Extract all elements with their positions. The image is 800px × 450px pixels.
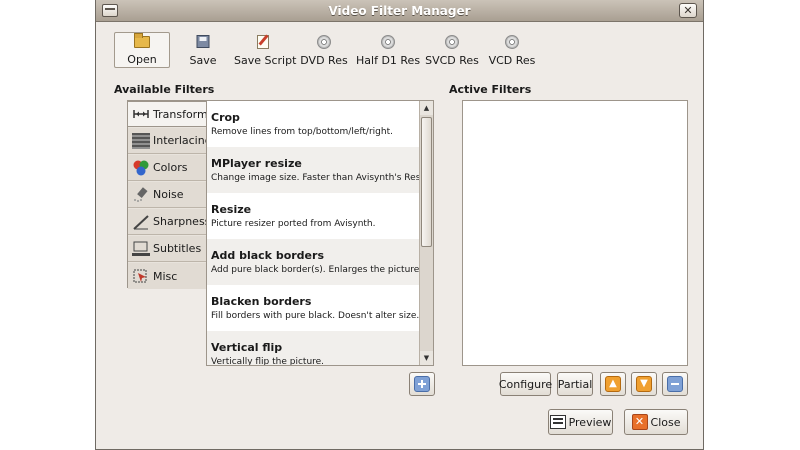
svcd-res-label: SVCD Res bbox=[425, 54, 479, 67]
tab-misc[interactable]: Misc bbox=[128, 263, 207, 289]
filter-item-mplayer-resize[interactable]: MPlayer resize Change image size. Faster… bbox=[207, 147, 434, 193]
subtitles-icon bbox=[132, 241, 150, 257]
close-icon: ✕ bbox=[631, 414, 648, 430]
half-d1-res-label: Half D1 Res bbox=[356, 54, 421, 67]
scrollbar-thumb[interactable] bbox=[421, 117, 432, 247]
filter-name: Blacken borders bbox=[211, 295, 312, 308]
preview-icon bbox=[549, 415, 566, 429]
available-filters-list[interactable]: Crop Remove lines from top/bottom/left/r… bbox=[206, 100, 434, 366]
save-script-button[interactable]: Save Script bbox=[234, 32, 297, 68]
arrow-up-icon: ▲ bbox=[605, 376, 621, 392]
save-button[interactable]: Save bbox=[178, 32, 228, 68]
filter-item-resize[interactable]: Resize Picture resizer ported from Avisy… bbox=[207, 193, 419, 239]
tab-subtitles-label: Subtitles bbox=[153, 242, 202, 255]
arrow-down-icon: ▼ bbox=[636, 376, 652, 392]
active-filters-list[interactable] bbox=[462, 100, 688, 366]
svcd-res-button[interactable]: SVCD Res bbox=[424, 32, 480, 68]
filter-name: Vertical flip bbox=[211, 341, 283, 354]
tab-colors-label: Colors bbox=[153, 161, 188, 174]
filter-description: Fill borders with pure black. Doesn't al… bbox=[211, 311, 420, 321]
filter-item-crop[interactable]: Crop Remove lines from top/bottom/left/r… bbox=[207, 101, 419, 147]
filter-description: Vertically flip the picture. bbox=[211, 357, 325, 366]
scroll-up-arrow-icon[interactable]: ▲ bbox=[420, 101, 433, 115]
close-label: Close bbox=[650, 415, 681, 429]
half-d1-res-button[interactable]: Half D1 Res bbox=[356, 32, 420, 68]
tab-transform-label: Transform bbox=[153, 107, 208, 121]
window-close-button[interactable]: ✕ bbox=[679, 3, 697, 18]
cd-icon bbox=[505, 35, 519, 49]
cd-icon bbox=[317, 35, 331, 49]
plus-icon bbox=[414, 376, 430, 392]
filter-name: MPlayer resize bbox=[211, 157, 302, 170]
colors-icon bbox=[132, 160, 150, 176]
tab-transform[interactable]: Transform bbox=[127, 101, 208, 127]
save-script-label: Save Script bbox=[234, 54, 297, 67]
filter-description: Change image size. Faster than Avisynth'… bbox=[211, 173, 434, 183]
filter-category-tabs: Transform Interlacing Colors Noise Sharp… bbox=[127, 100, 212, 289]
add-filter-button[interactable] bbox=[409, 372, 435, 396]
cd-icon bbox=[445, 35, 459, 49]
available-filters-heading: Available Filters bbox=[114, 83, 215, 96]
filter-name: Add black borders bbox=[211, 249, 324, 262]
dvd-res-label: DVD Res bbox=[300, 54, 348, 67]
minus-icon bbox=[667, 376, 683, 392]
folder-open-icon bbox=[134, 33, 150, 48]
close-button[interactable]: ✕ Close bbox=[624, 409, 688, 435]
dvd-res-button[interactable]: DVD Res bbox=[298, 32, 350, 68]
filters-scrollbar[interactable]: ▲ ▼ bbox=[419, 101, 433, 365]
floppy-icon bbox=[196, 35, 210, 48]
remove-filter-button[interactable] bbox=[662, 372, 688, 396]
filter-name: Crop bbox=[211, 111, 240, 124]
preview-button[interactable]: Preview bbox=[548, 409, 613, 435]
active-filters-heading: Active Filters bbox=[449, 83, 532, 96]
cd-icon bbox=[381, 35, 395, 49]
tab-sharpness[interactable]: Sharpness bbox=[128, 209, 211, 235]
tab-interlacing[interactable]: Interlacing bbox=[128, 128, 212, 154]
video-filter-manager-window: Video Filter Manager ✕ Open Save Save Sc… bbox=[95, 0, 704, 450]
misc-icon bbox=[132, 268, 150, 284]
tab-sharpness-label: Sharpness bbox=[153, 215, 211, 228]
scroll-down-arrow-icon[interactable]: ▼ bbox=[420, 351, 433, 365]
noise-icon bbox=[132, 186, 150, 203]
save-label: Save bbox=[189, 54, 217, 67]
configure-button[interactable]: Configure bbox=[498, 372, 553, 396]
filter-item-vertical-flip[interactable]: Vertical flip Vertically flip the pictur… bbox=[207, 331, 419, 366]
filter-item-blacken-borders[interactable]: Blacken borders Fill borders with pure b… bbox=[207, 285, 419, 331]
tab-noise-label: Noise bbox=[153, 188, 184, 201]
filter-description: Remove lines from top/bottom/left/right. bbox=[211, 127, 393, 137]
interlacing-icon bbox=[132, 132, 150, 149]
filter-name: Resize bbox=[211, 203, 252, 216]
open-button[interactable]: Open bbox=[114, 32, 170, 68]
tab-noise[interactable]: Noise bbox=[128, 182, 207, 208]
tab-misc-label: Misc bbox=[153, 269, 178, 283]
title-bar[interactable]: Video Filter Manager ✕ bbox=[96, 0, 703, 22]
window-title: Video Filter Manager bbox=[328, 4, 471, 18]
move-up-button[interactable]: ▲ bbox=[600, 372, 626, 396]
partial-label: Partial bbox=[557, 377, 593, 391]
preview-label: Preview bbox=[568, 415, 612, 429]
configure-label: Configure bbox=[498, 377, 553, 391]
script-icon bbox=[257, 35, 269, 49]
move-down-button[interactable]: ▼ bbox=[631, 372, 657, 396]
filter-item-add-black-borders[interactable]: Add black borders Add pure black border(… bbox=[207, 239, 423, 285]
tab-colors[interactable]: Colors bbox=[128, 155, 207, 181]
transform-icon bbox=[132, 106, 150, 122]
tab-interlacing-label: Interlacing bbox=[153, 134, 212, 147]
vcd-res-button[interactable]: VCD Res bbox=[486, 32, 538, 68]
filter-description: Add pure black border(s). Enlarges the p… bbox=[211, 265, 423, 275]
tab-subtitles[interactable]: Subtitles bbox=[128, 236, 207, 262]
open-label: Open bbox=[127, 53, 157, 66]
sharpness-icon bbox=[132, 214, 150, 230]
vcd-res-label: VCD Res bbox=[488, 54, 536, 67]
partial-button[interactable]: Partial bbox=[557, 372, 593, 396]
filter-description: Picture resizer ported from Avisynth. bbox=[211, 219, 376, 229]
